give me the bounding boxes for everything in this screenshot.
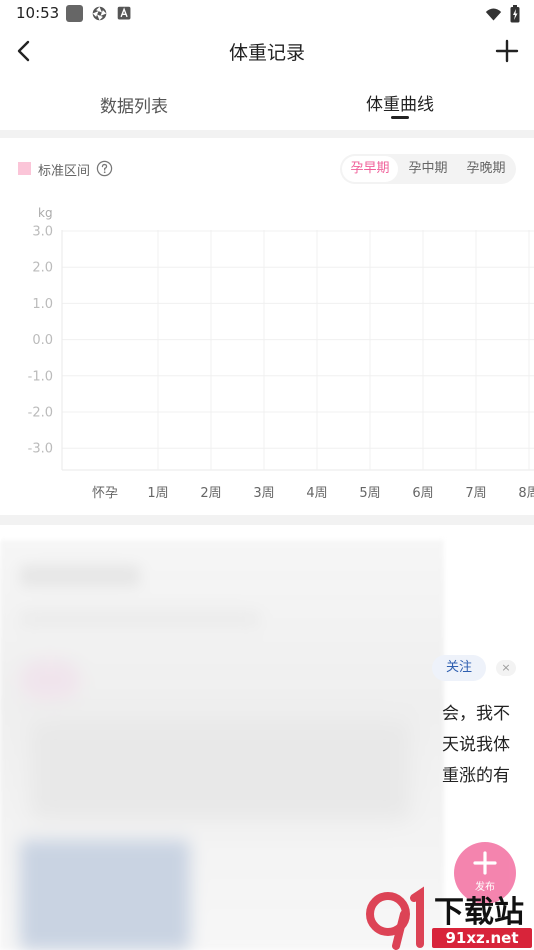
x-tick-label: 6周 xyxy=(412,486,433,500)
blurred-avatar xyxy=(20,660,80,700)
y-tick-label: -3.0 xyxy=(28,442,53,457)
blurred-text xyxy=(30,720,410,820)
plus-icon xyxy=(473,851,497,875)
post-text-line: 会，我不 xyxy=(442,704,510,724)
y-axis-unit-label: kg xyxy=(38,206,53,220)
blurred-block xyxy=(20,610,260,628)
blurred-block xyxy=(20,565,140,587)
tab-data-list[interactable]: 数据列表 xyxy=(100,92,168,117)
watermark-url: 91xz.net xyxy=(445,929,518,947)
close-button[interactable]: × xyxy=(496,660,516,676)
x-tick-label: 7周 xyxy=(465,486,486,500)
notification-icons xyxy=(66,5,133,22)
y-tick-label: 2.0 xyxy=(32,261,53,276)
post-text-line: 重涨的有 xyxy=(442,766,510,786)
follow-button[interactable]: 关注 xyxy=(432,655,486,681)
watermark-logo: 下载站 91xz.net xyxy=(366,886,532,950)
x-tick-label: 4周 xyxy=(306,486,327,500)
system-status-icons xyxy=(485,5,520,23)
trimester-selector: 孕早期 孕中期 孕晚期 xyxy=(340,154,516,184)
y-tick-label: 0.0 xyxy=(32,333,53,348)
x-tick-label: 8周 xyxy=(518,486,534,500)
x-tick-label: 2周 xyxy=(200,486,221,500)
weight-chart: kg 3.0 2.0 1.0 0.0 -1.0 -2.0 -3.0 怀孕 1周 2周 3周 4周 5周 6周… xyxy=(28,206,534,500)
app-notification-icon xyxy=(66,5,83,22)
standard-range-swatch xyxy=(18,162,31,175)
tab-bar: 数据列表 体重曲线 xyxy=(0,80,534,128)
x-tick-label: 3周 xyxy=(253,486,274,500)
standard-range-label: 标准区间 xyxy=(38,164,91,179)
watermark-text: 下载站 xyxy=(434,895,524,930)
a-box-icon xyxy=(117,6,131,20)
nav-header: 体重记录 xyxy=(0,28,534,74)
wifi-icon xyxy=(485,8,502,20)
battery-icon xyxy=(510,5,520,23)
y-tick-label: 3.0 xyxy=(32,225,53,240)
y-tick-label: 1.0 xyxy=(32,297,53,312)
y-tick-label: -2.0 xyxy=(28,406,53,421)
blurred-image xyxy=(20,840,190,950)
add-icon[interactable] xyxy=(494,38,520,64)
help-icon[interactable] xyxy=(96,160,113,177)
segment-mid-pregnancy[interactable]: 孕中期 xyxy=(400,156,456,182)
post-text-line: 天说我体 xyxy=(442,735,510,755)
section-divider xyxy=(0,130,534,138)
x-tick-label: 1周 xyxy=(147,486,168,500)
status-time: 10:53 xyxy=(16,4,60,22)
x-tick-label: 怀孕 xyxy=(92,486,118,500)
y-tick-label: -1.0 xyxy=(28,369,53,384)
page-title: 体重记录 xyxy=(228,42,305,64)
segment-late-pregnancy[interactable]: 孕晚期 xyxy=(458,156,514,182)
tab-weight-curve[interactable]: 体重曲线 xyxy=(366,90,434,115)
x-tick-label: 5周 xyxy=(359,486,380,500)
status-bar: 10:53 xyxy=(0,0,534,28)
segment-early-pregnancy[interactable]: 孕早期 xyxy=(342,156,398,182)
aperture-icon xyxy=(92,6,107,21)
active-tab-indicator xyxy=(391,116,409,119)
section-divider-2 xyxy=(0,515,534,525)
